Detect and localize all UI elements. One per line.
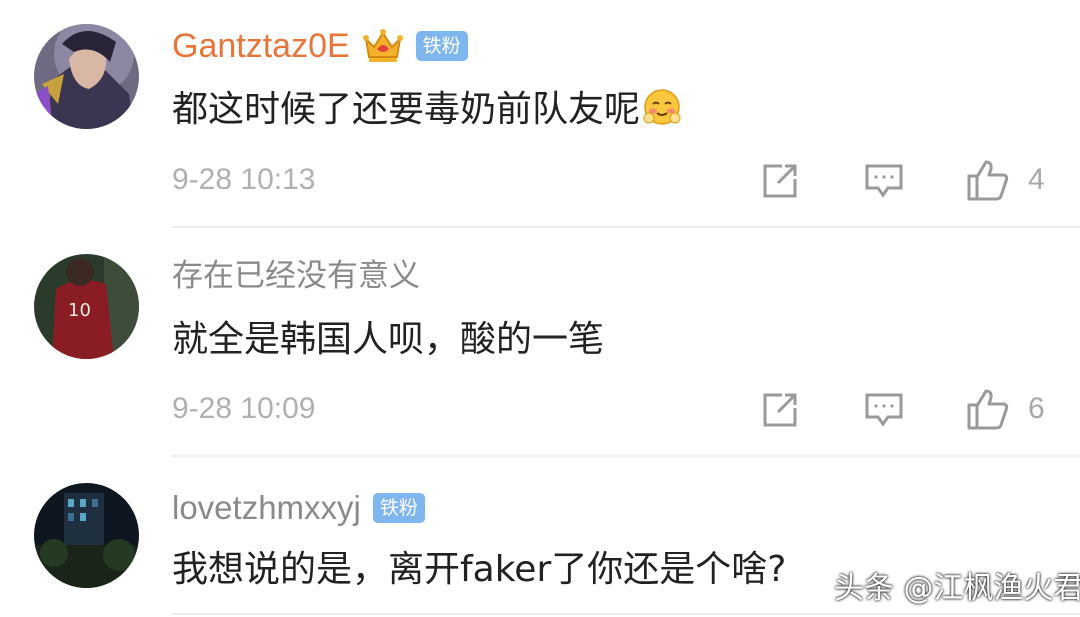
avatar-image [34, 24, 139, 129]
comment-icon [864, 392, 904, 428]
divider [172, 613, 1080, 615]
timestamp: 9-28 10:13 [172, 163, 316, 196]
username[interactable]: lovetzhmxxyj [172, 488, 361, 528]
share-icon [760, 161, 800, 201]
comment-header: Gantztaz0E 铁粉 [172, 26, 468, 66]
like-count: 6 [1028, 392, 1045, 425]
comment-text: 我想说的是，离开faker了你还是个啥? [172, 549, 787, 590]
like-button[interactable]: 6 [966, 387, 1045, 431]
svg-text:10: 10 [68, 300, 91, 321]
watermark: 头条 @江枫渔火君 [834, 571, 1080, 606]
blush-emoji-icon [642, 87, 682, 127]
divider [172, 455, 1080, 457]
comment-item: 10 存在已经没有意义 就全是韩国人呗，酸的一笔 9-28 10:09 6 [0, 228, 1080, 457]
username[interactable]: Gantztaz0E [172, 26, 350, 66]
avatar[interactable]: 10 [34, 254, 139, 359]
username[interactable]: 存在已经没有意义 [172, 256, 420, 296]
avatar[interactable] [34, 24, 139, 129]
avatar-image: 10 [34, 254, 139, 359]
timestamp: 9-28 10:09 [172, 392, 316, 425]
avatar[interactable] [34, 483, 139, 588]
comment-header: 存在已经没有意义 [172, 256, 420, 296]
comment-icon [864, 163, 904, 199]
thumbs-up-icon [966, 387, 1010, 431]
comment-button[interactable] [864, 163, 904, 199]
comment-text: 都这时候了还要毒奶前队友呢 [172, 89, 641, 130]
comment-header: lovetzhmxxyj 铁粉 [172, 488, 425, 528]
comment-button[interactable] [864, 392, 904, 428]
avatar-image [34, 483, 139, 588]
crown-icon [362, 27, 404, 65]
comment-text-row: 都这时候了还要毒奶前队友呢 [172, 86, 682, 134]
share-button[interactable] [760, 161, 800, 201]
like-button[interactable]: 4 [966, 158, 1045, 202]
share-button[interactable] [760, 390, 800, 430]
comment-text: 就全是韩国人呗，酸的一笔 [172, 319, 605, 360]
comment-item: Gantztaz0E 铁粉 都这时候了还要毒奶前队友呢 9-28 10:13 4 [0, 0, 1080, 228]
thumbs-up-icon [966, 158, 1010, 202]
like-count: 4 [1028, 163, 1045, 196]
fan-badge: 铁粉 [415, 31, 468, 61]
share-icon [760, 390, 800, 430]
fan-badge: 铁粉 [372, 493, 425, 523]
